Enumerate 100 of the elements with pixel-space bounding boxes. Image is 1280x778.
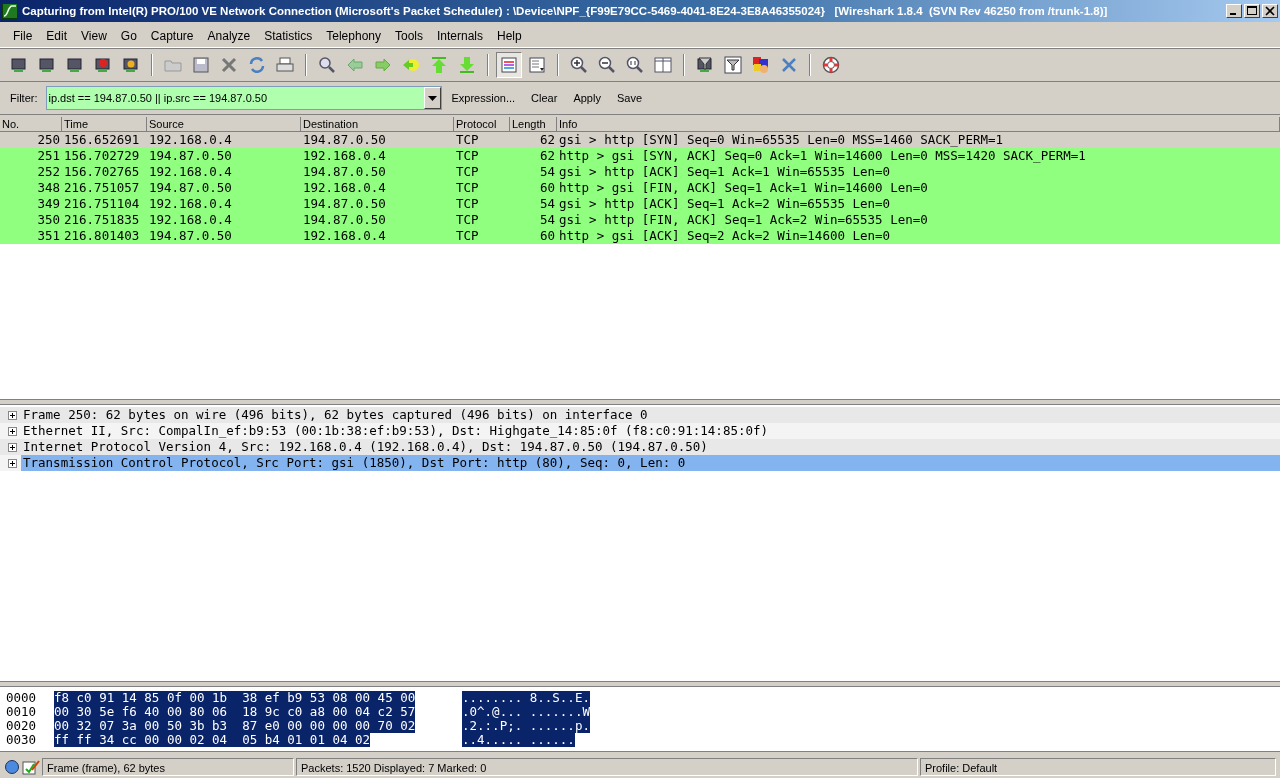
column-header[interactable]: Destination [301, 117, 454, 131]
filter-button[interactable]: Expression... [445, 92, 522, 104]
menu-item[interactable]: Go [113, 29, 144, 43]
table-cell-text: 54 [538, 164, 556, 180]
packet-row[interactable]: 250 156.652691 192.168.0.4 194.87.0.50 TCP 62 gsi > http [SYN] Seq=0 Win=65535 Len=0 MSS=1460 SACK_PERM=1 [0, 132, 1280, 148]
close-icon [219, 55, 239, 75]
resize-columns-icon [653, 55, 673, 75]
table-cell-text: 216.801403 [63, 228, 141, 244]
table-cell-text: 194.87.0.50 [148, 228, 233, 244]
table-cell-text: 194.87.0.50 [148, 180, 233, 196]
expand-icon[interactable] [8, 458, 17, 468]
expand-icon[interactable] [8, 410, 17, 420]
menu-item[interactable]: Edit [39, 29, 75, 43]
menu-item[interactable]: View [74, 29, 114, 43]
profile-status[interactable]: Profile: Default [920, 758, 1276, 776]
card-gear-icon [37, 55, 57, 75]
byte-offset: 0000 [6, 691, 38, 705]
expand-icon[interactable] [8, 442, 17, 452]
table-cell-text: 192.168.0.4 [302, 180, 387, 196]
packet-row[interactable]: 251 156.702729 194.87.0.50 192.168.0.4 TCP 62 http > gsi [SYN, ACK] Seq=0 Ack=1 Win=14600 Len=0 MSS=1420 SACK_PERM=1 [0, 148, 1280, 164]
table-cell-text: 216.751104 [63, 196, 141, 212]
table-cell-text: 54 [538, 212, 556, 228]
packet-row[interactable]: 252 156.702765 192.168.0.4 194.87.0.50 TCP 54 gsi > http [ACK] Seq=1 Ack=1 Win=65535 Len=0 [0, 164, 1280, 180]
table-cell-text: 194.87.0.50 [302, 196, 387, 212]
table-cell-text: TCP [455, 228, 480, 244]
table-cell-text: TCP [455, 196, 480, 212]
colorize-button[interactable] [496, 52, 522, 78]
save-icon [191, 55, 211, 75]
byte-offset: 0030 [6, 733, 38, 747]
menu-item[interactable]: Capture [143, 29, 201, 43]
menu-item[interactable]: Analyze [200, 29, 258, 43]
table-cell-text: 192.168.0.4 [148, 132, 233, 148]
lifebuoy-icon [821, 55, 841, 75]
expand-icon[interactable] [8, 426, 17, 436]
table-cell-text: 194.87.0.50 [302, 164, 387, 180]
table-cell-text: gsi > http [FIN, ACK] Seq=1 Ack=2 Win=65535 Len=0 [558, 212, 929, 228]
tree-item[interactable]: Transmission Control Protocol, Src Port: gsi (1850), Dst Port: http (80), Seq: 0, Len: 0 [21, 455, 1280, 471]
shark-fin-icon [2, 3, 18, 19]
filter-button[interactable]: Save [610, 92, 648, 104]
table-cell-text: 192.168.0.4 [302, 228, 387, 244]
packet-row[interactable]: 351 216.801403 194.87.0.50 192.168.0.4 TCP 60 http > gsi [ACK] Seq=2 Ack=2 Win=14600 Len=0 [0, 228, 1280, 244]
table-cell-text: 156.702729 [63, 148, 141, 164]
table-cell-text: 192.168.0.4 [148, 196, 233, 212]
table-cell-text: gsi > http [ACK] Seq=1 Ack=2 Win=65535 Len=0 [558, 196, 892, 212]
minimize-button[interactable] [1226, 4, 1242, 18]
dropdown-button[interactable] [423, 87, 441, 109]
hex-bytes: ff ff 34 cc 00 00 02 04 05 b4 01 01 04 02 [54, 733, 371, 747]
column-header[interactable]: Time [62, 117, 147, 131]
hex-bytes: 00 30 5e f6 40 00 80 06 18 9c c0 a8 00 04 c2 57 [54, 705, 416, 719]
table-cell-text: gsi > http [ACK] Seq=1 Ack=1 Win=65535 Len=0 [558, 164, 892, 180]
table-cell-text: http > gsi [FIN, ACK] Seq=1 Ack=1 Win=14600 Len=0 [558, 180, 929, 196]
table-cell-text: TCP [455, 148, 480, 164]
filter-button[interactable]: Clear [525, 92, 564, 104]
color-hand-icon [751, 55, 771, 75]
packet-row[interactable]: 350 216.751835 192.168.0.4 194.87.0.50 TCP 54 gsi > http [FIN, ACK] Seq=1 Ack=2 Win=65535 Len=0 [0, 212, 1280, 228]
column-header[interactable]: Source [147, 117, 301, 131]
table-cell-text: 60 [538, 180, 556, 196]
zoom-in-icon [569, 55, 589, 75]
window-title: Capturing from Intel(R) PRO/100 VE Network Connection (Microsoft's Packet Scheduler) : \Device\NPF_{F99E79CC-5469-4041-8E24-3E8A46355024} [Wireshark 1.8.4 (SVN Rev 46250 from /trunk-1.8)] [22, 5, 1109, 17]
maximize-button[interactable] [1244, 4, 1260, 18]
card-filter-icon [695, 55, 715, 75]
table-cell-text: gsi > http [SYN] Seq=0 Win=65535 Len=0 MSS=1460 SACK_PERM=1 [558, 132, 1004, 148]
up-arrow-icon [429, 55, 449, 75]
table-cell-text: 194.87.0.50 [302, 132, 387, 148]
ascii-bytes: .2.:.P;. ......p. [462, 719, 590, 733]
table-cell-text: 62 [538, 148, 556, 164]
table-cell-text: 251 [36, 148, 61, 164]
column-header[interactable]: Length [510, 117, 557, 131]
table-cell-text: 192.168.0.4 [148, 164, 233, 180]
capture-comment-icon[interactable] [22, 759, 40, 775]
column-header[interactable]: Info [557, 117, 1280, 131]
menu-item[interactable]: Tools [388, 29, 430, 43]
ascii-bytes: ..4..... ...... [462, 733, 575, 747]
menu-item[interactable]: File [6, 29, 40, 43]
column-header[interactable]: Protocol [454, 117, 510, 131]
hex-bytes: f8 c0 91 14 85 0f 00 1b 38 ef b9 53 08 00 45 00 [54, 691, 416, 705]
menu-item[interactable]: Statistics [257, 29, 320, 43]
byte-offset: 0020 [6, 719, 38, 733]
zoom-reset-icon [625, 55, 645, 75]
minimize-icon [1230, 13, 1236, 15]
column-header[interactable]: No. [0, 117, 62, 131]
maximize-icon [1247, 6, 1257, 16]
down-arrow-icon [457, 55, 477, 75]
table-cell-text: TCP [455, 164, 480, 180]
packet-row[interactable]: 349 216.751104 192.168.0.4 194.87.0.50 TCP 54 gsi > http [ACK] Seq=1 Ack=2 Win=65535 Len=0 [0, 196, 1280, 212]
list-scroll-icon [527, 55, 547, 75]
menu-item[interactable]: Help [490, 29, 529, 43]
filter-field[interactable]: ip.dst == 194.87.0.50 || ip.src == 194.87.0.50 [45, 86, 442, 110]
table-cell-text: 250 [36, 132, 61, 148]
close-button[interactable] [1262, 4, 1278, 18]
card-list-icon [9, 55, 29, 75]
card-reload-icon [121, 55, 141, 75]
expert-info-icon[interactable] [4, 759, 20, 775]
hex-bytes: 00 32 07 3a 00 50 3b b3 87 e0 00 00 00 00 70 02 [54, 719, 416, 733]
table-cell-text: 351 [36, 228, 61, 244]
menu-item[interactable]: Internals [430, 29, 491, 43]
packet-row[interactable]: 348 216.751057 194.87.0.50 192.168.0.4 TCP 60 http > gsi [FIN, ACK] Seq=1 Ack=1 Win=14600 Len=0 [0, 180, 1280, 196]
filter-button[interactable]: Apply [567, 92, 607, 104]
menu-item[interactable]: Telephony [319, 29, 388, 43]
table-cell-text: 349 [36, 196, 61, 212]
